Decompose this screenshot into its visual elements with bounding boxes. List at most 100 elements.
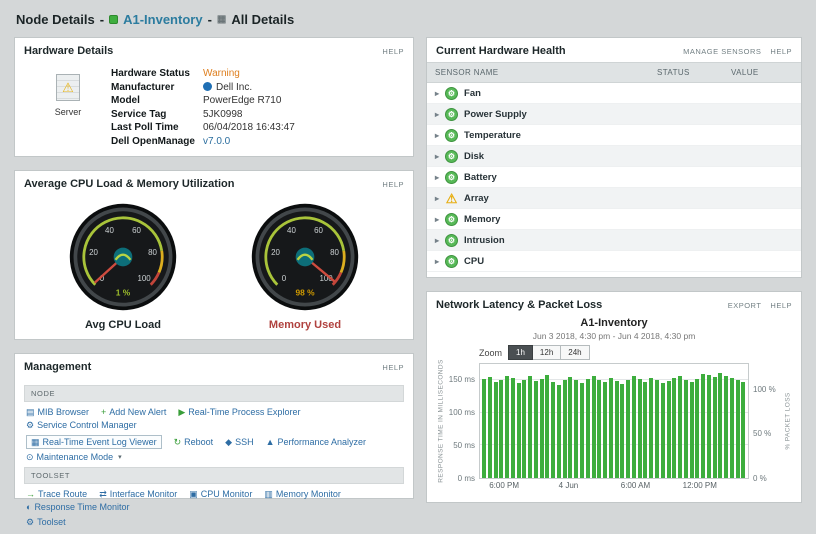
sensor-name: Temperature [464, 130, 521, 141]
expand-caret-icon[interactable]: ▸ [435, 257, 439, 266]
panel-header: Average CPU Load & Memory Utilization HE… [15, 171, 413, 195]
sensor-name: Memory [464, 214, 500, 225]
field-value: 06/04/2018 16:43:47 [203, 121, 295, 135]
management-link-reboot[interactable]: ↻Reboot [174, 437, 214, 447]
sensor-row-intrusion[interactable]: ▸⚙Intrusion [427, 230, 801, 251]
svg-text:60: 60 [314, 226, 323, 235]
panel-header: Hardware Details HELP [15, 38, 413, 62]
expand-caret-icon[interactable]: ▸ [435, 110, 439, 119]
y-axis-tick: 150 ms [449, 375, 475, 384]
expand-caret-icon[interactable]: ▸ [435, 215, 439, 224]
expand-caret-icon[interactable]: ▸ [435, 194, 439, 203]
field-label: Hardware Status [111, 67, 203, 81]
gauge-label: Avg CPU Load [67, 319, 179, 331]
panel-header: Current Hardware Health MANAGE SENSORS H… [427, 38, 801, 62]
expand-caret-icon[interactable]: ▸ [435, 236, 439, 245]
gauges: 0204060801001 % Avg CPU Load 02040608010… [15, 195, 413, 331]
help-link[interactable]: HELP [382, 180, 404, 189]
sensor-table-header: SENSOR NAME STATUS VALUE [427, 62, 801, 83]
all-details-label: All Details [231, 12, 294, 27]
maintenance-mode-icon: ⊙ [26, 453, 34, 462]
svg-text:0: 0 [282, 274, 287, 283]
server-icon: ⚠ [56, 74, 80, 101]
panel-title: Current Hardware Health [436, 45, 566, 57]
manage-sensors-link[interactable]: MANAGE SENSORS [683, 47, 761, 56]
field-value: PowerEdge R710 [203, 94, 281, 108]
sensor-row-disk[interactable]: ▸⚙Disk [427, 146, 801, 167]
expand-caret-icon[interactable]: ▸ [435, 173, 439, 182]
performance-analyzer-icon: ▲ [266, 438, 275, 447]
expand-caret-icon[interactable]: ▸ [435, 89, 439, 98]
management-link-row: →Trace Route ⇄Interface Monitor ▣CPU Monit… [24, 489, 404, 512]
management-link-cpu-monitor[interactable]: ▣CPU Monitor [189, 489, 252, 499]
export-link[interactable]: EXPORT [728, 301, 762, 310]
management-group-header: TOOLSET [24, 467, 404, 484]
toolset-icon: ⚙ [26, 518, 34, 527]
latency-bar [724, 376, 728, 478]
zoom-buttons: 1h12h24h [508, 345, 590, 360]
latency-bar [580, 383, 584, 478]
management-link-response-time-monitor[interactable]: ◐Response Time Monitor [26, 502, 129, 512]
zoom-button-12h[interactable]: 12h [533, 345, 561, 360]
latency-bar [695, 379, 699, 478]
latency-bar [684, 380, 688, 478]
latency-bar [557, 385, 561, 478]
latency-bar [632, 376, 636, 478]
panel-header: Management HELP [15, 354, 413, 378]
x-axis-tick: 4 Jun [559, 481, 579, 490]
latency-bar [586, 379, 590, 478]
latency-bar [615, 381, 619, 478]
panel-title: Network Latency & Packet Loss [436, 299, 602, 311]
expand-caret-icon[interactable]: ▸ [435, 152, 439, 161]
management-link-add-new-alert[interactable]: +Add New Alert [101, 407, 166, 417]
sensor-row-battery[interactable]: ▸ ⚙ Battery [427, 167, 801, 188]
management-link-memory-monitor[interactable]: ▥Memory Monitor [264, 489, 341, 499]
latency-bar [620, 384, 624, 479]
sensor-name: Power Supply [464, 109, 527, 120]
management-link-interface-monitor[interactable]: ⇄Interface Monitor [99, 489, 177, 499]
sensor-name: Intrusion [464, 235, 505, 246]
latency-bar [494, 382, 498, 478]
svg-text:40: 40 [287, 226, 296, 235]
expand-caret-icon[interactable]: ▸ [435, 131, 439, 140]
sensor-row-array[interactable]: ▸⚠Array [427, 188, 801, 209]
help-link[interactable]: HELP [770, 301, 792, 310]
sensor-row-fan[interactable]: ▸⚙Fan [427, 83, 801, 104]
latency-bar [592, 376, 596, 478]
management-panel: Management HELP NODE▤MIB Browser+Add New… [14, 353, 414, 499]
management-link-mib-browser[interactable]: ▤MIB Browser [26, 407, 89, 417]
sensor-ok-icon: ⚙ [445, 171, 458, 184]
zoom-button-24h[interactable]: 24h [561, 345, 589, 360]
y-axis-tick: 100 % [753, 385, 776, 394]
management-link-real-time-process-explorer[interactable]: ▶Real-Time Process Explorer [178, 407, 300, 417]
node-name-link[interactable]: A1-Inventory [123, 12, 202, 27]
gauge-label: Memory Used [249, 319, 361, 331]
sensor-ok-icon: ⚙ [445, 255, 458, 268]
sensor-name: CPU [464, 256, 484, 267]
management-link-trace-route[interactable]: →Trace Route [26, 489, 87, 499]
column-sensor-name: SENSOR NAME [435, 68, 657, 77]
panel-header: Network Latency & Packet Loss EXPORT HEL… [427, 292, 801, 316]
management-link-ssh[interactable]: ◆SSH [225, 437, 253, 447]
field-label: Service Tag [111, 108, 203, 122]
sensor-row-power-supply[interactable]: ▸⚙Power Supply [427, 104, 801, 125]
help-link[interactable]: HELP [382, 363, 404, 372]
hardware-field-row: Dell OpenManagev7.0.0 [111, 135, 403, 149]
management-link-maintenance-mode[interactable]: ⊙Maintenance Mode▾ [26, 452, 122, 462]
svg-text:98 %: 98 % [295, 287, 315, 297]
help-link[interactable]: HELP [382, 47, 404, 56]
management-link-toolset[interactable]: ⚙Toolset [26, 517, 66, 527]
management-link-real-time-event-log-viewer[interactable]: ▦Real-Time Event Log Viewer [26, 435, 162, 449]
latency-bar [655, 380, 659, 478]
sensor-row-temperature[interactable]: ▸⚙Temperature [427, 125, 801, 146]
management-link-service-control-manager[interactable]: ⚙Service Control Manager [26, 420, 137, 430]
management-link-row: ▤MIB Browser +Add New Alert ▶Real-Time Pro… [24, 407, 404, 430]
zoom-button-1h[interactable]: 1h [508, 345, 533, 360]
sensor-row-cpu[interactable]: ▸ ⚙ CPU [427, 251, 801, 272]
sensor-name: Battery [464, 172, 497, 183]
field-value[interactable]: v7.0.0 [203, 135, 230, 149]
sensor-row-memory[interactable]: ▸⚙Memory [427, 209, 801, 230]
latency-bar [551, 382, 555, 478]
help-link[interactable]: HELP [770, 47, 792, 56]
management-link-performance-analyzer[interactable]: ▲Performance Analyzer [266, 437, 366, 447]
